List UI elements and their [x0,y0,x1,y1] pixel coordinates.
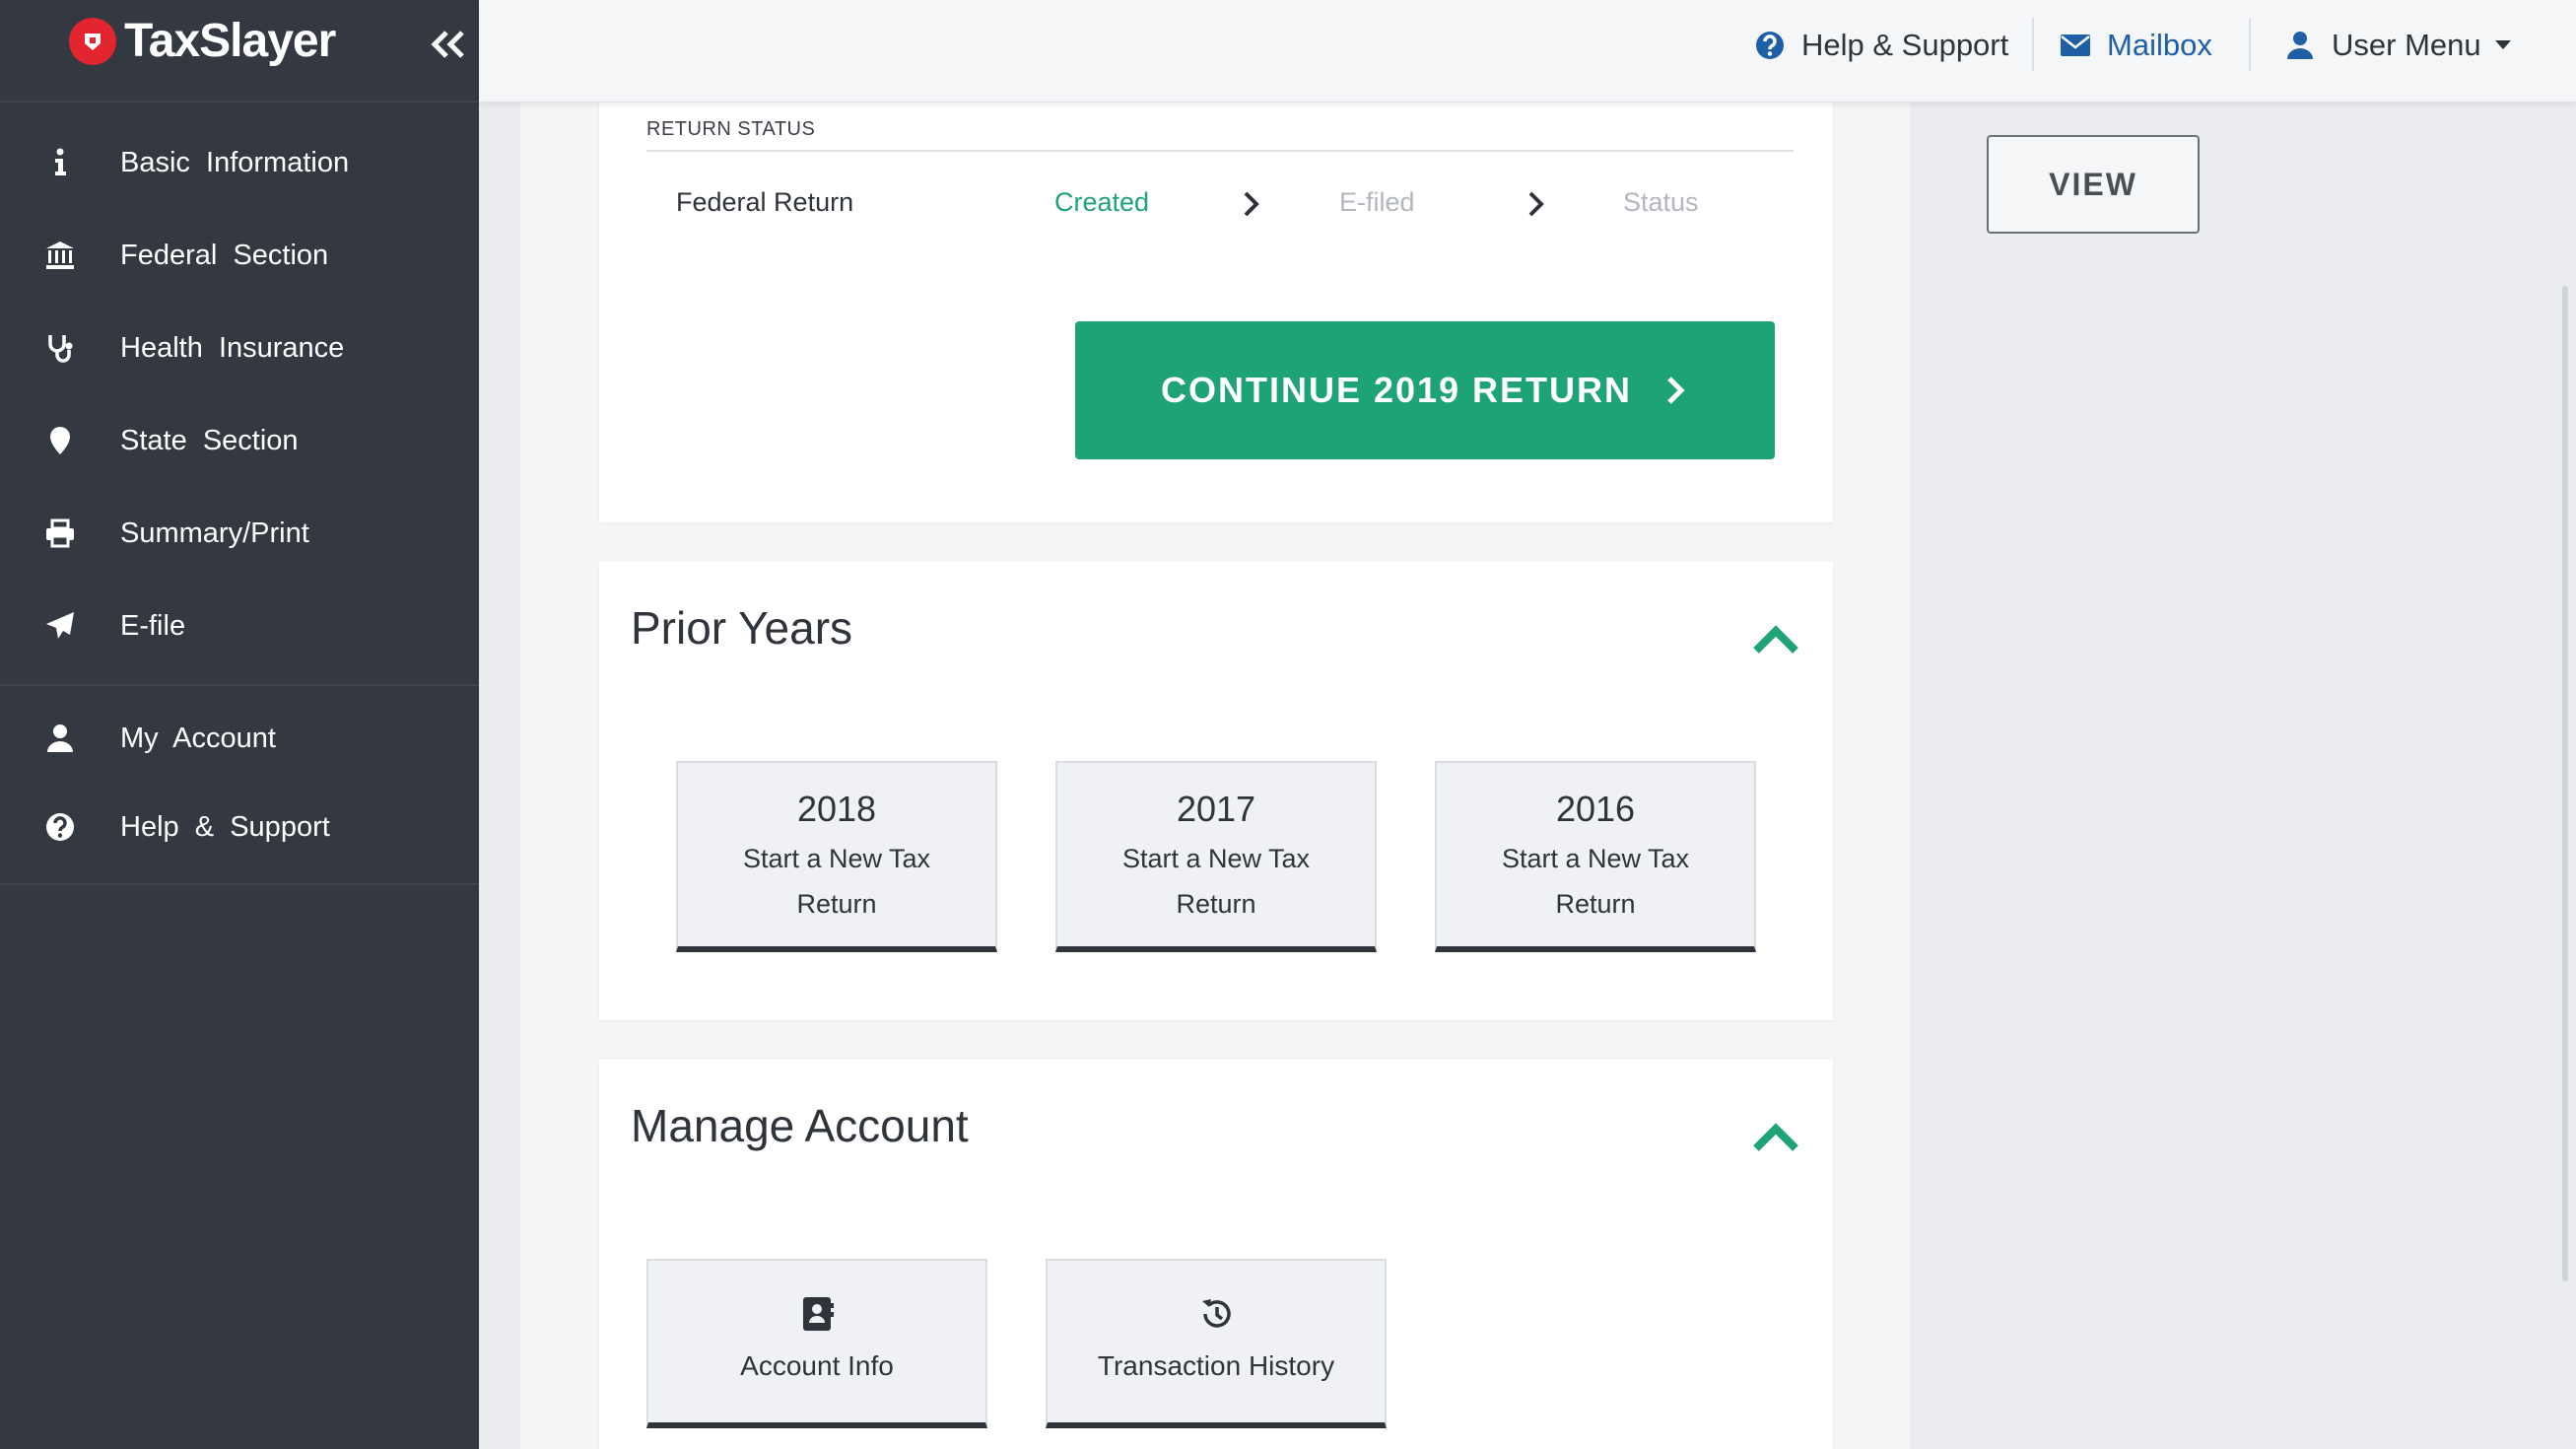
sidebar-item-label: Health Insurance [120,331,345,364]
user-icon [2287,32,2313,59]
user-menu-dropdown[interactable]: User Menu [2284,0,2511,91]
chevron-up-icon[interactable] [1750,1119,1801,1154]
status-step-created: Created [1054,187,1150,217]
sidebar-item-state-section[interactable]: State Section [0,394,479,487]
collapse-sidebar-button[interactable] [426,22,471,67]
sidebar-item-label: Help & Support [120,810,330,843]
help-support-link[interactable]: Help & Support [1754,0,2008,91]
manage-account-title: Manage Account [631,1100,969,1151]
tile-label: Transaction History [1097,1350,1335,1381]
chevron-right-icon [1528,191,1544,217]
tile-label: Start a New Tax Return [1121,844,1311,919]
manage-account-card: Manage Account Account Info Transaction … [599,1060,1833,1449]
sidebar-item-label: E-file [120,609,186,642]
info-icon [0,147,120,178]
logo-text: TaxSlayer [124,15,336,67]
view-button[interactable]: VIEW [1987,135,2200,234]
tile-label: Account Info [740,1350,894,1381]
return-status-label: RETURN STATUS [646,118,816,140]
transaction-history-tile[interactable]: Transaction History [1046,1259,1387,1428]
tile-label: Start a New Tax Return [742,844,931,919]
sidebar-item-health-insurance[interactable]: Health Insurance [0,302,479,394]
tile-year: 2018 [796,789,877,829]
account-info-tile[interactable]: Account Info [646,1259,987,1428]
prior-years-card: Prior Years 2018 Start a New Tax Return … [599,562,1833,1020]
user-menu-label: User Menu [2332,28,2481,62]
envelope-icon [2061,34,2090,56]
sidebar-item-my-account[interactable]: My Account [0,694,479,783]
divider [2249,18,2251,71]
caret-down-icon [2494,40,2511,49]
chevron-up-icon[interactable] [1750,621,1801,656]
right-column [1910,103,2560,1449]
taxslayer-logo[interactable]: TaxSlayer [69,14,336,68]
sidebar-header: TaxSlayer [0,0,479,103]
sidebar-item-summary-print[interactable]: Summary/Print [0,487,479,580]
divider [646,150,1794,152]
bank-icon [0,240,120,271]
address-book-icon [803,1297,834,1331]
sidebar-item-label: My Account [120,722,276,754]
sidebar-item-label: Summary/Print [120,517,309,549]
prior-years-title: Prior Years [631,602,853,654]
continue-return-label: CONTINUE 2019 RETURN [1160,370,1633,410]
top-bar: Help & Support Mailbox User Menu [479,0,2576,103]
sidebar-main-nav: Basic Information Federal Section Health… [0,103,479,686]
divider [2032,18,2034,71]
user-icon [0,723,120,754]
tile-year: 2017 [1176,789,1256,829]
stethoscope-icon [0,332,120,364]
sidebar-item-label: Federal Section [120,239,329,271]
status-step-status: Status [1623,187,1699,217]
chevron-right-icon [1667,377,1685,404]
tile-year: 2016 [1555,789,1636,829]
sidebar-item-label: State Section [120,424,299,456]
question-circle-icon [1756,32,1784,59]
mailbox-label: Mailbox [2107,28,2212,62]
status-step-efiled: E-filed [1339,187,1415,217]
return-status-card: RETURN STATUS Federal Return Created E-f… [599,99,1833,522]
continue-return-button[interactable]: CONTINUE 2019 RETURN [1075,321,1775,459]
double-chevron-left-icon [431,31,464,58]
chevron-right-icon [1244,191,1259,217]
federal-return-label: Federal Return [676,187,854,217]
sidebar-item-basic-information[interactable]: Basic Information [0,116,479,209]
prior-year-tile-2017[interactable]: 2017 Start a New Tax Return [1055,761,1377,952]
paper-plane-icon [0,610,120,642]
history-icon [1202,1299,1231,1328]
sidebar-item-help-support[interactable]: Help & Support [0,783,479,871]
prior-year-tile-2016[interactable]: 2016 Start a New Tax Return [1435,761,1756,952]
sidebar-item-federal-section[interactable]: Federal Section [0,209,479,302]
printer-icon [0,518,120,549]
prior-year-tile-2018[interactable]: 2018 Start a New Tax Return [676,761,997,952]
help-support-label: Help & Support [1801,28,2009,62]
scrollbar[interactable] [2562,286,2568,1281]
mailbox-link[interactable]: Mailbox [2060,0,2212,91]
sidebar: TaxSlayer Basic Information Federal Sect… [0,0,479,1449]
taxslayer-logo-icon [69,17,116,65]
map-pin-icon [0,425,120,456]
sidebar-secondary-nav: My Account Help & Support [0,686,479,885]
question-circle-icon [0,811,120,843]
tile-label: Start a New Tax Return [1501,844,1690,919]
sidebar-item-efile[interactable]: E-file [0,580,479,672]
sidebar-item-label: Basic Information [120,146,350,178]
